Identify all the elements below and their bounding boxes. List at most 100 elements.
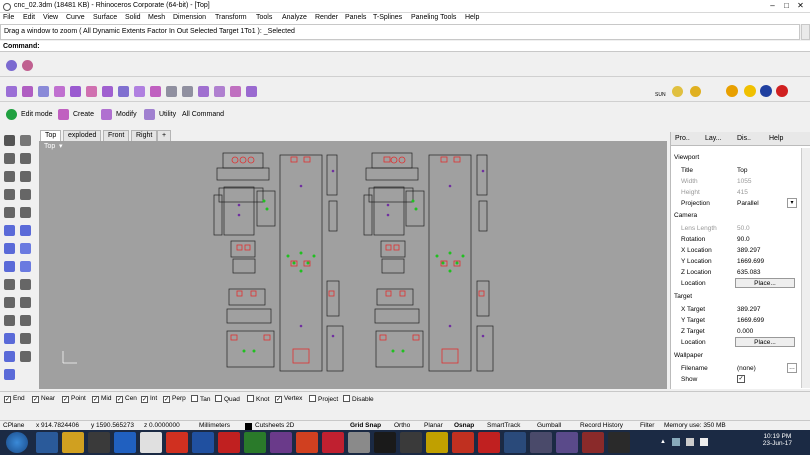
rhino-icon[interactable] bbox=[140, 432, 162, 453]
status-grid-snap[interactable]: Grid Snap bbox=[350, 422, 381, 429]
viewport-top[interactable]: Top ▾ bbox=[39, 141, 667, 389]
taskbar-clock[interactable]: 10:19 PM 23-Jun-17 bbox=[763, 433, 792, 447]
prop-row-x-target[interactable]: X Target 389.297 bbox=[671, 304, 799, 315]
render-settings-icon[interactable] bbox=[22, 60, 33, 71]
surface-tool-icon[interactable] bbox=[134, 86, 145, 97]
prop-row-projection[interactable]: Projection Parallel ▾ bbox=[671, 198, 799, 209]
osnap-cen[interactable]: ✓ Cen bbox=[116, 395, 137, 403]
menu-tsplines[interactable]: T-Splines bbox=[373, 14, 402, 21]
modify-icon[interactable] bbox=[101, 109, 112, 120]
grid-tool-icon[interactable] bbox=[182, 86, 193, 97]
render-icon[interactable] bbox=[760, 85, 772, 97]
app-icon[interactable] bbox=[608, 432, 630, 453]
osnap-quad[interactable]: Quad bbox=[215, 395, 240, 403]
prop-row-x-location[interactable]: X Location 389.297 bbox=[671, 245, 799, 256]
network-icon[interactable] bbox=[672, 438, 680, 446]
trim-icon[interactable] bbox=[4, 297, 15, 308]
excel-icon[interactable] bbox=[244, 432, 266, 453]
status-osnap[interactable]: Osnap bbox=[454, 422, 474, 429]
osnap-near[interactable]: ✓ Near bbox=[32, 395, 55, 403]
power-icon[interactable] bbox=[6, 109, 17, 120]
sun-icon[interactable] bbox=[672, 86, 683, 97]
acrobat-icon[interactable] bbox=[218, 432, 240, 453]
app-icon[interactable] bbox=[374, 432, 396, 453]
select-icon[interactable] bbox=[4, 135, 15, 146]
boolean-icon[interactable] bbox=[20, 261, 31, 272]
polygon-icon[interactable] bbox=[20, 189, 31, 200]
menu-file[interactable]: File bbox=[3, 14, 14, 21]
show-checkbox[interactable]: ✓ bbox=[737, 375, 745, 383]
modify-button[interactable]: Modify bbox=[116, 111, 137, 118]
tab-display[interactable]: Dis.. bbox=[737, 135, 751, 142]
create-icon[interactable] bbox=[58, 109, 69, 120]
status-cplane[interactable]: CPlane bbox=[3, 422, 24, 429]
menu-edit[interactable]: Edit bbox=[23, 14, 35, 21]
light-icon[interactable] bbox=[690, 86, 701, 97]
minimize-icon[interactable]: – bbox=[766, 1, 779, 11]
surface-tool-icon[interactable] bbox=[102, 86, 113, 97]
render-sphere-icon[interactable] bbox=[6, 60, 17, 71]
explorer-icon[interactable] bbox=[36, 432, 58, 453]
surface-tool-icon[interactable] bbox=[118, 86, 129, 97]
dimension-icon[interactable] bbox=[4, 351, 15, 362]
media-icon[interactable] bbox=[88, 432, 110, 453]
surface-tool-icon[interactable] bbox=[70, 86, 81, 97]
tab-help[interactable]: Help bbox=[769, 135, 783, 142]
material-icon[interactable] bbox=[726, 85, 738, 97]
autocad-icon[interactable] bbox=[452, 432, 474, 453]
transform-icon[interactable] bbox=[4, 333, 15, 344]
surface-tool-icon[interactable] bbox=[38, 86, 49, 97]
status-units[interactable]: Millimeters bbox=[199, 422, 230, 429]
tab-front[interactable]: Front bbox=[103, 130, 130, 141]
all-command-button[interactable]: All Command bbox=[182, 111, 224, 118]
osnap-tan[interactable]: Tan bbox=[191, 395, 210, 403]
surface-tool-icon[interactable] bbox=[246, 86, 257, 97]
surface-tool-icon[interactable] bbox=[6, 86, 17, 97]
menu-mesh[interactable]: Mesh bbox=[148, 14, 165, 21]
render-icon[interactable] bbox=[776, 85, 788, 97]
menu-surface[interactable]: Surface bbox=[93, 14, 117, 21]
maximize-icon[interactable]: □ bbox=[780, 1, 793, 11]
circle-icon[interactable] bbox=[4, 171, 15, 182]
fillet-icon[interactable] bbox=[4, 279, 15, 290]
menu-tools[interactable]: Tools bbox=[256, 14, 272, 21]
osnap-project[interactable]: Project bbox=[309, 395, 338, 403]
split-icon[interactable] bbox=[20, 297, 31, 308]
status-gumball[interactable]: Gumball bbox=[537, 422, 561, 429]
folder-icon[interactable] bbox=[62, 432, 84, 453]
utility-icon[interactable] bbox=[144, 109, 155, 120]
osnap-knot[interactable]: Knot bbox=[247, 395, 269, 403]
mirror-icon[interactable] bbox=[20, 333, 31, 344]
menu-analyze[interactable]: Analyze bbox=[282, 14, 307, 21]
extrude-icon[interactable] bbox=[4, 243, 15, 254]
osnap-point[interactable]: ✓ Point bbox=[62, 395, 86, 403]
start-button-icon[interactable] bbox=[6, 432, 28, 453]
prop-row-z-location[interactable]: Z Location 635.083 bbox=[671, 267, 799, 278]
menu-transform[interactable]: Transform bbox=[215, 14, 247, 21]
word-icon[interactable] bbox=[192, 432, 214, 453]
app-icon[interactable] bbox=[400, 432, 422, 453]
osnap-disable[interactable]: Disable bbox=[343, 395, 374, 403]
tray-arrow-icon[interactable]: ▲ bbox=[660, 439, 666, 445]
move-icon[interactable] bbox=[4, 315, 15, 326]
menu-view[interactable]: View bbox=[43, 14, 58, 21]
prop-row-filename[interactable]: Filename (none)… bbox=[671, 363, 799, 374]
target-place-button[interactable]: Place... bbox=[735, 337, 795, 347]
surface-tool-icon[interactable] bbox=[230, 86, 241, 97]
command-line[interactable]: Command: bbox=[0, 41, 810, 52]
menu-panels[interactable]: Panels bbox=[345, 14, 366, 21]
close-icon[interactable]: ✕ bbox=[794, 1, 807, 11]
analyze-icon[interactable] bbox=[4, 369, 15, 380]
tab-properties[interactable]: Pro.. bbox=[675, 135, 690, 142]
add-tab-button[interactable]: + bbox=[157, 130, 172, 141]
solid-box-icon[interactable] bbox=[4, 225, 15, 236]
app-icon[interactable] bbox=[556, 432, 578, 453]
rectangle-icon[interactable] bbox=[4, 189, 15, 200]
ellipse-icon[interactable] bbox=[4, 207, 15, 218]
status-record-history[interactable]: Record History bbox=[580, 422, 623, 429]
onenote-icon[interactable] bbox=[270, 432, 292, 453]
create-button[interactable]: Create bbox=[73, 111, 94, 118]
polyline-icon[interactable] bbox=[4, 153, 15, 164]
menu-render[interactable]: Render bbox=[315, 14, 338, 21]
menu-dimension[interactable]: Dimension bbox=[173, 14, 206, 21]
